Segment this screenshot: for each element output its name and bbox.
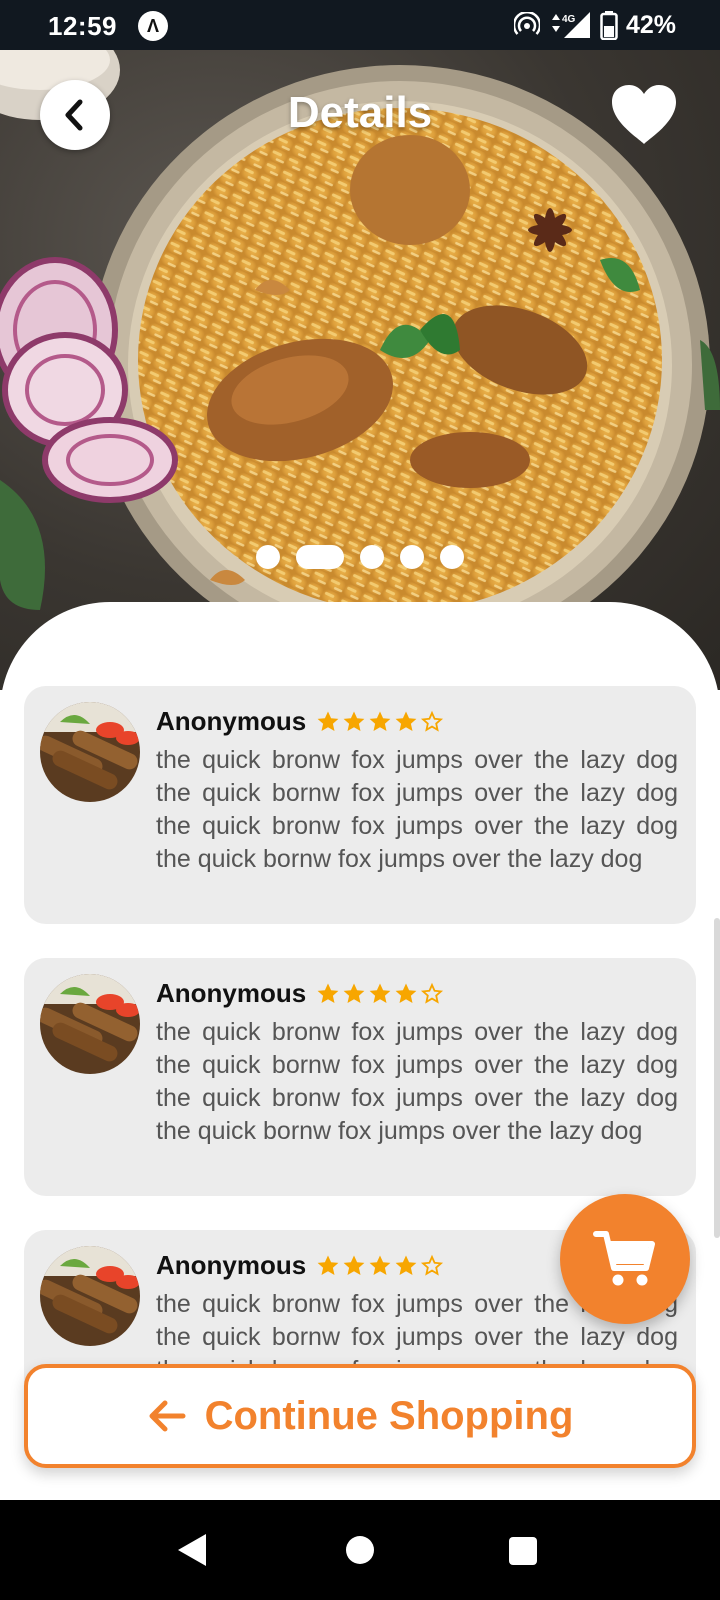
battery-icon [600, 11, 618, 40]
top-app-bar: Details [0, 50, 720, 180]
nav-back-icon[interactable] [176, 1532, 208, 1568]
star-filled-icon [369, 711, 391, 731]
avatar [40, 1246, 140, 1346]
star-filled-icon [369, 1255, 391, 1275]
carousel-dot[interactable] [256, 545, 280, 569]
nav-home-icon[interactable] [346, 1536, 374, 1564]
status-time: 12:59 [48, 11, 117, 41]
star-filled-icon [343, 983, 365, 1003]
svg-text:4G: 4G [562, 14, 576, 25]
carousel-dot-active[interactable] [296, 545, 344, 569]
carousel-indicator[interactable] [0, 545, 720, 569]
star-filled-icon [369, 983, 391, 1003]
battery-percent: 42% [625, 10, 676, 39]
status-icons: 4G 42% [513, 8, 676, 42]
carousel-dot[interactable] [360, 545, 384, 569]
star-filled-icon [317, 1255, 339, 1275]
continue-shopping-label: Continue Shopping [204, 1393, 574, 1438]
review-header: Anonymous [156, 1250, 444, 1281]
carousel-dot[interactable] [440, 545, 464, 569]
review-text: the quick bronw fox jumps over the lazy … [156, 1018, 678, 1145]
hotspot-icon [513, 12, 540, 35]
star-rating [316, 982, 444, 1006]
review-header: Anonymous [156, 706, 444, 737]
star-filled-icon [317, 983, 339, 1003]
reviewer-name: Anonymous [156, 1250, 307, 1280]
system-nav-bar [0, 1500, 720, 1600]
star-rating [316, 1254, 444, 1278]
review-header: Anonymous [156, 978, 444, 1009]
star-outline-icon [421, 982, 444, 1004]
carousel-dot[interactable] [400, 545, 424, 569]
star-filled-icon [317, 711, 339, 731]
reviewer-name: Anonymous [156, 706, 307, 736]
scrollbar[interactable] [714, 918, 720, 1238]
star-filled-icon [343, 711, 365, 731]
star-filled-icon [395, 983, 417, 1003]
star-outline-icon [421, 710, 444, 732]
favorite-button[interactable] [608, 82, 680, 148]
avatar [40, 974, 140, 1074]
continue-shopping-button[interactable]: Continue Shopping [24, 1364, 696, 1468]
signal-icon: 4G [551, 12, 590, 38]
cart-icon [593, 1231, 655, 1286]
star-filled-icon [343, 1255, 365, 1275]
heart-icon [612, 85, 676, 144]
nav-recents-icon[interactable] [509, 1537, 537, 1565]
star-filled-icon [395, 1255, 417, 1275]
arrow-left-icon [149, 1400, 186, 1432]
avatar [40, 702, 140, 802]
review-card: Anonymous the quick bronw fox jumps over… [24, 958, 696, 1196]
cart-button[interactable] [560, 1194, 690, 1324]
reviewer-name: Anonymous [156, 978, 307, 1008]
review-text: the quick bronw fox jumps over the lazy … [156, 746, 678, 873]
app-notification-icon: Λ [138, 11, 168, 41]
star-filled-icon [395, 711, 417, 731]
status-bar: 12:59 Λ 4G 42% [0, 0, 720, 50]
star-rating [316, 710, 444, 734]
star-outline-icon [421, 1254, 444, 1276]
review-card: Anonymous the quick bronw fox jumps over… [24, 686, 696, 924]
